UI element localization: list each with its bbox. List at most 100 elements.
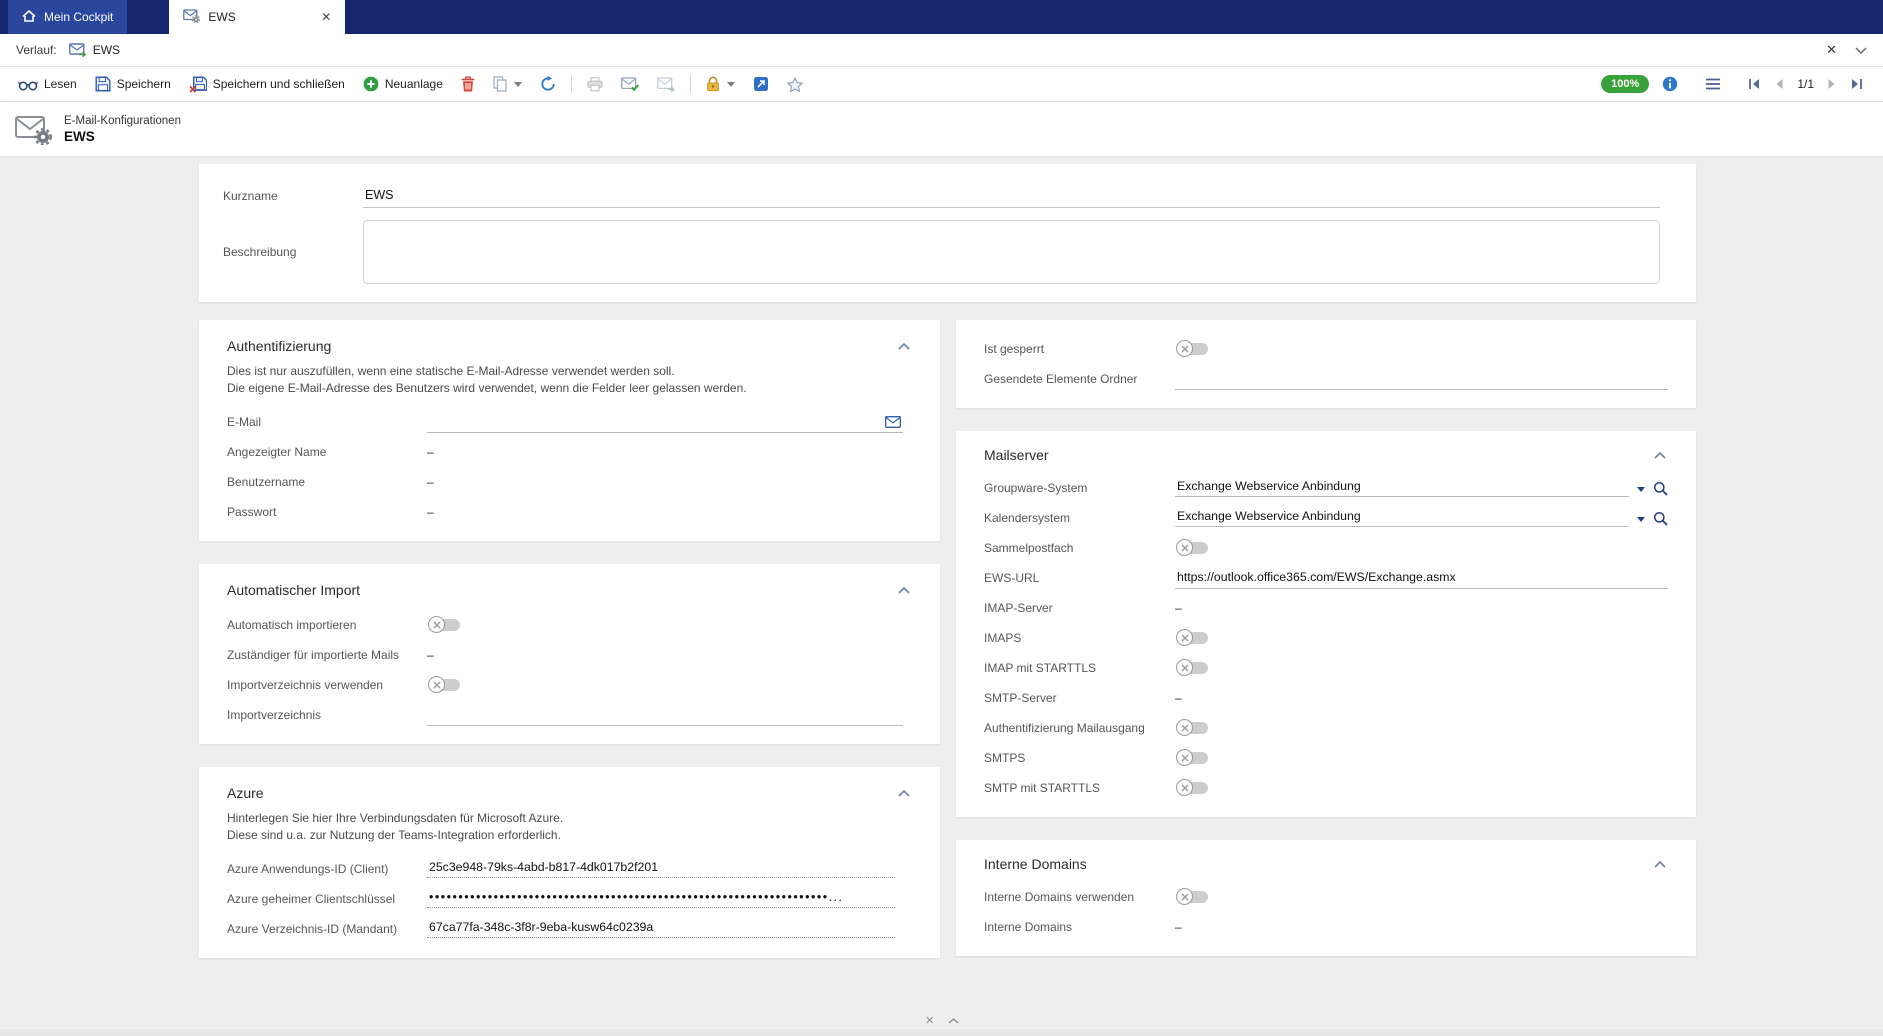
delete-button[interactable] xyxy=(453,72,483,96)
smtps-toggle[interactable] xyxy=(1178,752,1208,764)
new-record-button[interactable]: Neuanlage xyxy=(355,72,451,96)
read-button[interactable]: Lesen xyxy=(10,73,85,95)
import-dir-input[interactable] xyxy=(427,704,903,725)
section-title-domains: Interne Domains xyxy=(984,856,1087,872)
field-password: Passwort – xyxy=(227,497,912,527)
copy-button[interactable] xyxy=(485,72,530,96)
azure-hint-1: Hinterlegen Sie hier Ihre Verbindungsdat… xyxy=(227,810,912,827)
shortcut-button[interactable] xyxy=(745,72,777,96)
imaps-toggle[interactable] xyxy=(1178,632,1208,644)
print-button[interactable] xyxy=(579,73,611,96)
dropdown-caret-icon[interactable] xyxy=(1637,517,1645,522)
info-icon[interactable] xyxy=(1662,76,1678,92)
use-import-dir-toggle[interactable] xyxy=(430,679,460,691)
azure-tenant-id-value[interactable]: 67ca77fa-348c-3f8r-9eba-kusw64c0239a xyxy=(427,920,895,938)
lock-button[interactable] xyxy=(698,72,743,96)
horizontal-scrollbar[interactable] xyxy=(0,1029,1883,1036)
collapse-chevron-icon[interactable] xyxy=(1652,450,1668,461)
first-page-icon[interactable] xyxy=(1748,78,1761,90)
chevron-down-icon[interactable] xyxy=(1855,47,1867,54)
collapse-chevron-icon[interactable] xyxy=(896,788,912,799)
auto-import-toggle[interactable] xyxy=(430,619,460,631)
field-email: E-Mail xyxy=(227,407,912,437)
azure-client-id-value[interactable]: 25c3e948-79ks-4abd-b817-4dk017b2f201 xyxy=(427,860,895,878)
tab-mein-cockpit[interactable]: Mein Cockpit xyxy=(8,0,127,34)
tab-label-cockpit: Mein Cockpit xyxy=(44,10,113,24)
mail-check-icon xyxy=(621,77,639,92)
refresh-icon xyxy=(540,76,556,92)
favorite-button[interactable] xyxy=(779,73,811,96)
domains-list-value: – xyxy=(1175,920,1182,934)
sent-folder-input[interactable] xyxy=(1175,368,1668,389)
toggle-knob xyxy=(1176,779,1193,796)
imap-starttls-toggle[interactable] xyxy=(1178,662,1208,674)
field-smtp-starttls: SMTP mit STARTTLS xyxy=(984,773,1668,803)
field-calendar: Kalendersystem Exchange Webservice Anbin… xyxy=(984,503,1668,533)
locked-toggle[interactable] xyxy=(1178,343,1208,355)
save-icon xyxy=(95,76,111,92)
menu-icon[interactable] xyxy=(1705,78,1721,90)
close-history-icon[interactable]: ✕ xyxy=(1826,42,1837,58)
auth-hint-1: Dies ist nur auszufüllen, wenn eine stat… xyxy=(227,363,912,380)
tab-ews[interactable]: EWS ✕ xyxy=(169,0,345,34)
groupware-label: Groupware-System xyxy=(984,481,1175,495)
card-authentifizierung: Authentifizierung Dies ist nur auszufüll… xyxy=(199,320,940,541)
read-label: Lesen xyxy=(44,77,77,91)
save-button[interactable]: Speichern xyxy=(87,72,179,96)
dropdown-caret-icon xyxy=(727,82,735,87)
home-icon xyxy=(22,10,36,25)
use-domains-toggle[interactable] xyxy=(1178,891,1208,903)
shared-mailbox-toggle[interactable] xyxy=(1178,542,1208,554)
password-label: Passwort xyxy=(227,505,427,519)
mail-approve-button[interactable] xyxy=(613,73,647,96)
tab-close-icon[interactable]: ✕ xyxy=(321,10,331,24)
mail-assign-button[interactable] xyxy=(649,73,683,96)
plus-circle-icon xyxy=(363,76,379,92)
collapse-chevron-icon[interactable] xyxy=(896,585,912,596)
history-item-ews[interactable]: EWS xyxy=(69,43,120,57)
section-title-azure: Azure xyxy=(227,785,264,801)
calendar-select[interactable]: Exchange Webservice Anbindung xyxy=(1175,509,1629,527)
email-config-icon xyxy=(14,113,52,145)
search-icon[interactable] xyxy=(1653,481,1668,496)
auth-outgoing-toggle[interactable] xyxy=(1178,722,1208,734)
collapse-chevron-icon[interactable] xyxy=(1652,859,1668,870)
smtp-starttls-toggle[interactable] xyxy=(1178,782,1208,794)
smtp-server-value: – xyxy=(1175,691,1182,705)
groupware-select[interactable]: Exchange Webservice Anbindung xyxy=(1175,479,1629,497)
azure-secret-value[interactable]: ••••••••••••••••••••••••••••••••••••••••… xyxy=(427,890,895,908)
search-icon[interactable] xyxy=(1653,511,1668,526)
field-use-domains: Interne Domains verwenden xyxy=(984,882,1668,912)
use-import-dir-label: Importverzeichnis verwenden xyxy=(227,678,427,692)
field-azure-secret: Azure geheimer Clientschlüssel •••••••••… xyxy=(227,884,912,914)
expand-panel-icon[interactable] xyxy=(948,1018,959,1024)
printer-icon xyxy=(587,77,603,92)
toolbar: Lesen Speichern Speichern und schließen … xyxy=(0,67,1883,102)
dropdown-caret-icon[interactable] xyxy=(1637,487,1645,492)
azure-secret-label: Azure geheimer Clientschlüssel xyxy=(227,892,427,906)
kurzname-input[interactable] xyxy=(363,184,1660,208)
collapse-chevron-icon[interactable] xyxy=(896,341,912,352)
glasses-icon xyxy=(18,78,38,91)
field-imaps: IMAPS xyxy=(984,623,1668,653)
ews-url-input[interactable] xyxy=(1175,567,1668,588)
field-import-dir: Importverzeichnis xyxy=(227,700,912,730)
password-value: – xyxy=(427,505,434,519)
beschreibung-textarea[interactable] xyxy=(363,220,1660,284)
save-close-button[interactable]: Speichern und schließen xyxy=(181,72,353,97)
imap-starttls-label: IMAP mit STARTTLS xyxy=(984,661,1175,675)
auth-outgoing-label: Authentifizierung Mailausgang xyxy=(984,721,1175,735)
azure-client-id-label: Azure Anwendungs-ID (Client) xyxy=(227,862,427,876)
field-responsible: Zuständiger für importierte Mails – xyxy=(227,640,912,670)
shortcut-icon xyxy=(753,76,769,92)
prev-page-icon[interactable] xyxy=(1774,78,1784,90)
close-panel-icon[interactable]: ✕ xyxy=(925,1014,934,1027)
field-smtp-server: SMTP-Server – xyxy=(984,683,1668,713)
email-input[interactable] xyxy=(427,411,903,432)
next-page-icon[interactable] xyxy=(1827,78,1837,90)
last-page-icon[interactable] xyxy=(1850,78,1863,90)
responsible-value: – xyxy=(427,648,434,662)
history-label: Verlauf: xyxy=(16,43,57,57)
refresh-button[interactable] xyxy=(532,72,564,96)
azure-hint-2: Diese sind u.a. zur Nutzung der Teams-In… xyxy=(227,827,912,844)
